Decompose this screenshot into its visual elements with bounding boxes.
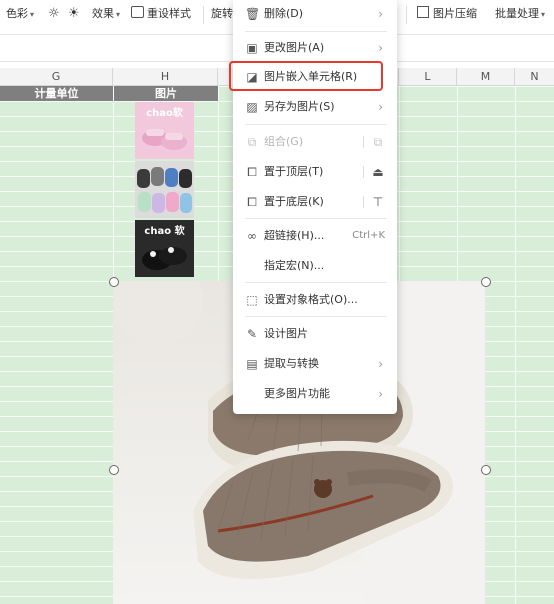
menu-item-save-as-image[interactable]: ▨ 另存为图片(S) › [233,93,397,121]
column-header-h[interactable]: H [113,68,218,85]
chevron-down-icon: ▾ [30,10,35,19]
chevron-right-icon: › [378,100,383,114]
menu-item-format-object[interactable]: ⬚ 设置对象格式(O)... [233,286,397,314]
menu-item-hyperlink[interactable]: ∞ 超链接(H)... Ctrl+K [233,222,397,250]
resize-handle-middle-left[interactable] [109,465,119,475]
menu-item-label: 更多图片功能 [264,387,330,400]
color-label: 色彩 [6,7,28,20]
menu-item-label: 更改图片(A) [264,41,325,54]
menu-item-bring-to-front[interactable]: ⧠ 置于顶层(T) ⏏ [233,158,397,186]
product-thumbnail-pink-slippers[interactable]: chao软 [135,102,194,159]
reset-style-label: 重设样式 [147,7,191,20]
ungroup-icon[interactable]: ⧉ [371,135,385,149]
menu-item-label: 另存为图片(S) [264,100,335,113]
reset-style-icon [131,6,144,18]
brightness-icon[interactable]: ☼ [48,0,60,28]
menu-item-design-image[interactable]: ✎ 设计图片 [233,320,397,348]
extract-convert-icon: ▤ [246,357,258,371]
product-thumbnail-black-clogs[interactable]: chao 软 [135,220,194,277]
reset-style-button[interactable]: 重设样式 [131,0,191,28]
bring-front-icon: ⧠ [247,165,257,179]
thumbnail-brand-text: chao软 [146,108,183,119]
highlight-annotation [229,61,383,91]
column-label: L [424,70,431,83]
menu-divider [363,136,364,148]
group-icon: ⧉ [247,135,257,149]
compress-label: 图片压缩 [433,7,477,20]
batch-label: 批量处理 [495,7,539,20]
design-image-icon: ✎ [246,327,258,341]
menu-separator [245,316,387,317]
menu-item-change-image[interactable]: ▣ 更改图片(A) › [233,34,397,62]
menu-item-label: 置于底层(K) [264,195,324,208]
toolbar-divider [203,6,204,24]
rotate-button[interactable]: 旋转 [211,0,233,28]
column-header-l[interactable]: L [399,68,457,85]
menu-separator [245,31,387,32]
send-back-icon: ⧠ [247,195,257,209]
chevron-right-icon: › [378,357,383,371]
menu-item-more-image-features[interactable]: 更多图片功能 › [233,380,397,408]
menu-separator [245,124,387,125]
menu-divider [363,166,364,178]
menu-separator [245,218,387,219]
column-label: M [480,70,491,83]
resize-handle-top-left[interactable] [109,277,119,287]
menu-item-label: 超链接(H)... [264,229,325,242]
rotate-label: 旋转 [211,7,233,20]
header-cell-image[interactable]: 图片 [114,86,218,101]
menu-item-send-to-back[interactable]: ⧠ 置于底层(K) ⊤ [233,188,397,216]
chevron-down-icon: ▾ [541,10,546,19]
menu-item-label: 设计图片 [264,327,308,340]
menu-item-label: 删除(D) [264,7,304,20]
send-backward-icon[interactable]: ⊤ [371,195,385,209]
column-header-m[interactable]: M [457,68,515,85]
menu-separator [245,282,387,283]
header-cell-unit[interactable]: 计量单位 [0,86,113,101]
menu-item-extract-convert[interactable]: ▤ 提取与转换 › [233,350,397,378]
menu-divider [363,196,364,208]
color-button[interactable]: 色彩 ▾ [6,0,34,28]
effects-button[interactable]: 效果 ▾ [92,0,120,28]
contrast-icon[interactable]: ☀ [68,0,80,28]
format-object-icon: ⬚ [246,293,258,307]
thumbnail-brand-text: chao 软 [144,226,185,237]
menu-item-assign-macro[interactable]: 指定宏(N)... [233,252,397,280]
chevron-right-icon: › [378,387,383,401]
column-label: G [51,70,61,83]
column-label: N [530,70,539,83]
chevron-right-icon: › [378,41,383,55]
chevron-down-icon: ▾ [116,10,121,19]
grid-line [515,86,516,604]
batch-process-button[interactable]: 批量处理 ▾ [495,0,545,28]
save-image-icon: ▨ [246,100,258,114]
menu-item-label: 指定宏(N)... [264,259,325,272]
product-thumbnail-color-slippers[interactable] [135,161,194,218]
menu-item-label: 提取与转换 [264,357,319,370]
change-image-icon: ▣ [246,41,258,55]
menu-item-label: 设置对象格式(O)... [264,293,358,306]
menu-item-label: 组合(G) [264,135,304,148]
effects-label: 效果 [92,7,114,20]
bring-forward-icon[interactable]: ⏏ [371,165,385,179]
resize-handle-middle-right[interactable] [481,465,491,475]
menu-item-delete[interactable]: 🗑 删除(D) › [233,0,397,28]
column-label: H [160,70,170,83]
column-header-g[interactable]: G [0,68,113,85]
chevron-right-icon: › [378,7,383,21]
menu-item-label: 置于顶层(T) [264,165,324,178]
resize-handle-top-right[interactable] [481,277,491,287]
trash-icon: 🗑 [245,7,261,21]
link-icon: ∞ [247,229,257,243]
column-header-n[interactable]: N [515,68,554,85]
compress-image-button[interactable]: 图片压缩 [417,0,477,28]
toolbar-divider [406,6,407,24]
menu-item-group[interactable]: ⧉ 组合(G) ⧉ [233,128,397,156]
compress-icon [417,6,429,18]
shortcut-text: Ctrl+K [352,230,385,241]
